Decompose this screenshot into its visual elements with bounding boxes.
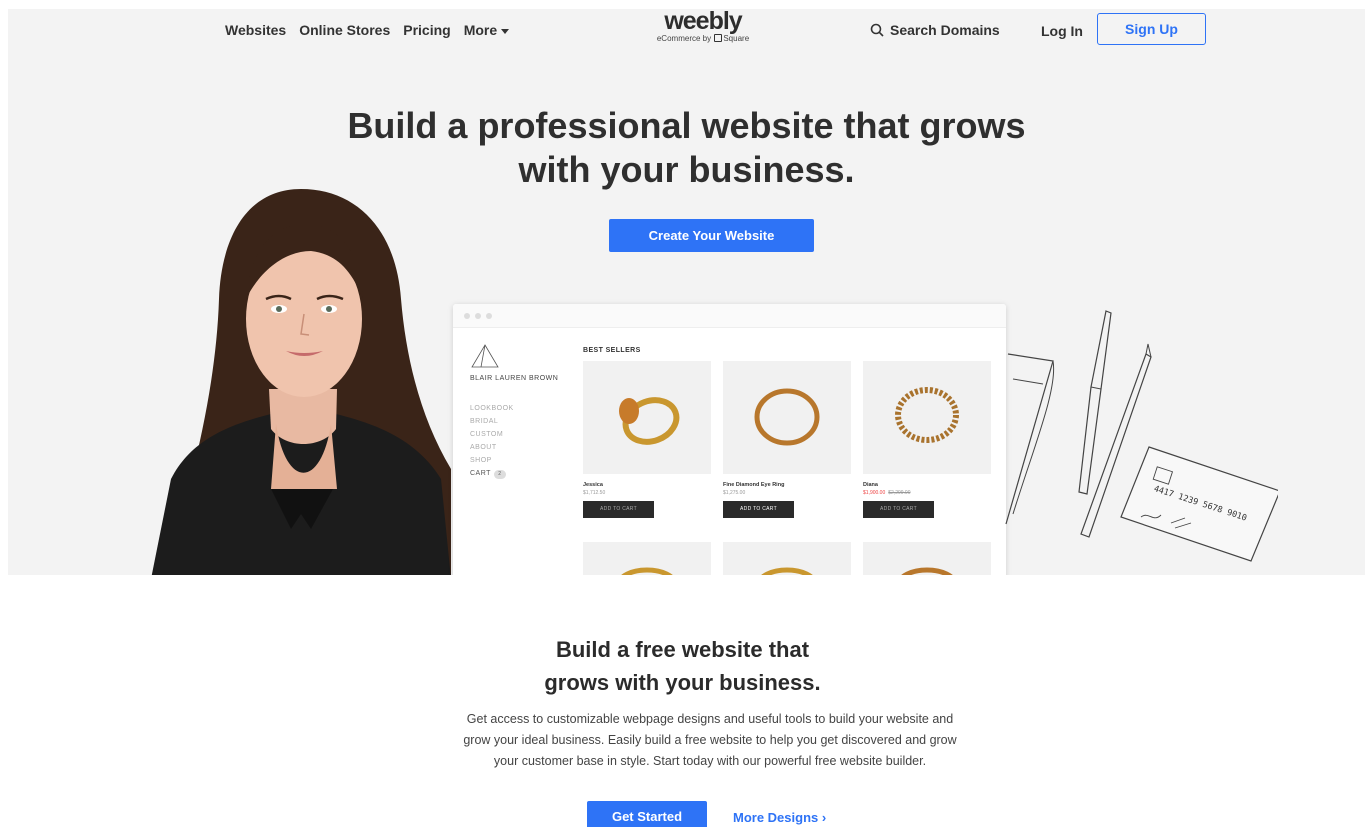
product-old-price: $2,299.00 [888, 490, 911, 496]
get-started-button[interactable]: Get Started [587, 801, 707, 827]
ring-icon [901, 567, 953, 575]
product-image [583, 542, 711, 575]
desk-sketch-illustration: 4417 1239 5678 9010 [1005, 310, 1278, 562]
free-website-description: Get access to customizable webpage desig… [410, 709, 1010, 772]
triangle-logo-icon [471, 344, 499, 368]
product-image [863, 542, 991, 575]
mockup-window-bar [453, 304, 1006, 328]
best-sellers-heading: BEST SELLERS [583, 347, 641, 354]
mockup-menu-item: BRIDAL [470, 418, 499, 425]
login-link[interactable]: Log In [1041, 23, 1083, 39]
free-website-heading-line2: grows with your business. [544, 670, 821, 695]
square-logo-icon [714, 34, 723, 42]
product-card [863, 542, 991, 575]
main-nav: Websites Online Stores Pricing More [225, 22, 510, 38]
description-line: Get access to customizable webpage desig… [466, 712, 954, 726]
nav-online-stores[interactable]: Online Stores [299, 22, 390, 38]
free-website-heading: Build a free website that grows with you… [0, 633, 1365, 699]
hero-headline-line1: Build a professional website that grows [347, 105, 1026, 146]
product-name: Diana [863, 482, 878, 488]
woman-portrait-image [151, 189, 451, 575]
mockup-menu-item: SHOP [470, 457, 492, 464]
nav-pricing[interactable]: Pricing [403, 22, 450, 38]
add-to-cart-button: ADD TO CART [583, 501, 654, 518]
mockup-brand-name: BLAIR LAUREN BROWN [470, 375, 559, 382]
hero-section: Websites Online Stores Pricing More weeb… [8, 9, 1365, 575]
product-sale-price: $1,900.00 [863, 490, 886, 496]
product-image [863, 361, 991, 474]
create-website-button[interactable]: Create Your Website [609, 219, 814, 252]
product-name: Fine Diamond Eye Ring [723, 482, 785, 488]
hero-headline-line2: with your business. [518, 149, 855, 190]
mockup-cart-label: CART [470, 470, 491, 477]
logo-tagline: eCommerce by Square [643, 34, 763, 44]
free-website-heading-line1: Build a free website that [555, 637, 810, 662]
product-card: Diana $1,900.00 $2,299.00 ADD TO CART [863, 361, 991, 518]
nav-more-label: More [463, 22, 498, 38]
mockup-menu-item: CUSTOM [470, 431, 504, 438]
caret-down-icon [501, 28, 510, 34]
product-card: Fine Diamond Eye Ring $1,275.00 ADD TO C… [723, 361, 851, 518]
mockup-menu-item: LOOKBOOK [470, 405, 514, 412]
more-designs-link[interactable]: More Designs › [733, 810, 826, 825]
ring-icon [621, 567, 673, 575]
add-to-cart-button: ADD TO CART [863, 501, 934, 518]
search-domains-link[interactable]: Search Domains [870, 22, 1000, 38]
mockup-menu-item: ABOUT [470, 444, 497, 451]
signup-button[interactable]: Sign Up [1097, 13, 1206, 45]
ring-icon [754, 388, 820, 446]
product-price: $1,900.00 $2,299.00 [863, 490, 991, 496]
product-image [723, 361, 851, 474]
description-line: grow your ideal business. Easily build a… [463, 733, 957, 747]
nav-more[interactable]: More [463, 22, 510, 38]
credit-card-icon: 4417 1239 5678 9010 [1120, 446, 1278, 562]
product-price: $1,712.50 [583, 490, 606, 496]
ring-icon [761, 567, 813, 575]
product-card [723, 542, 851, 575]
product-card: Jessica $1,712.50 ADD TO CART [583, 361, 711, 518]
logo-wordmark: weebly [664, 9, 742, 35]
pen-icon [1078, 310, 1112, 495]
cart-count-badge: 2 [493, 470, 506, 479]
add-to-cart-button: ADD TO CART [723, 501, 794, 518]
window-dot-icon [475, 313, 481, 319]
ring-icon [619, 397, 680, 445]
product-image [723, 542, 851, 575]
logo-tagline-brand: Square [723, 34, 750, 43]
mockup-side-menu: LOOKBOOK BRIDAL CUSTOM ABOUT SHOP CART 2 [470, 402, 514, 480]
product-name: Jessica [583, 482, 603, 488]
logo-tagline-prefix: eCommerce by [656, 34, 712, 43]
search-domains-label: Search Domains [890, 22, 1000, 38]
product-price: $1,275.00 [723, 490, 746, 496]
mockup-cart: CART 2 [470, 467, 514, 480]
hero-headline: Build a professional website that grows … [8, 104, 1365, 192]
search-icon [870, 23, 884, 37]
product-image [583, 361, 711, 474]
product-card [583, 542, 711, 575]
nav-websites[interactable]: Websites [225, 22, 286, 38]
weebly-logo[interactable]: weebly eCommerce by Square [643, 9, 763, 44]
window-dot-icon [486, 313, 492, 319]
ring-icon [895, 387, 959, 443]
description-line: your customer base in style. Start today… [493, 754, 927, 768]
window-dot-icon [464, 313, 470, 319]
store-mockup: BLAIR LAUREN BROWN LOOKBOOK BRIDAL CUSTO… [453, 304, 1006, 575]
